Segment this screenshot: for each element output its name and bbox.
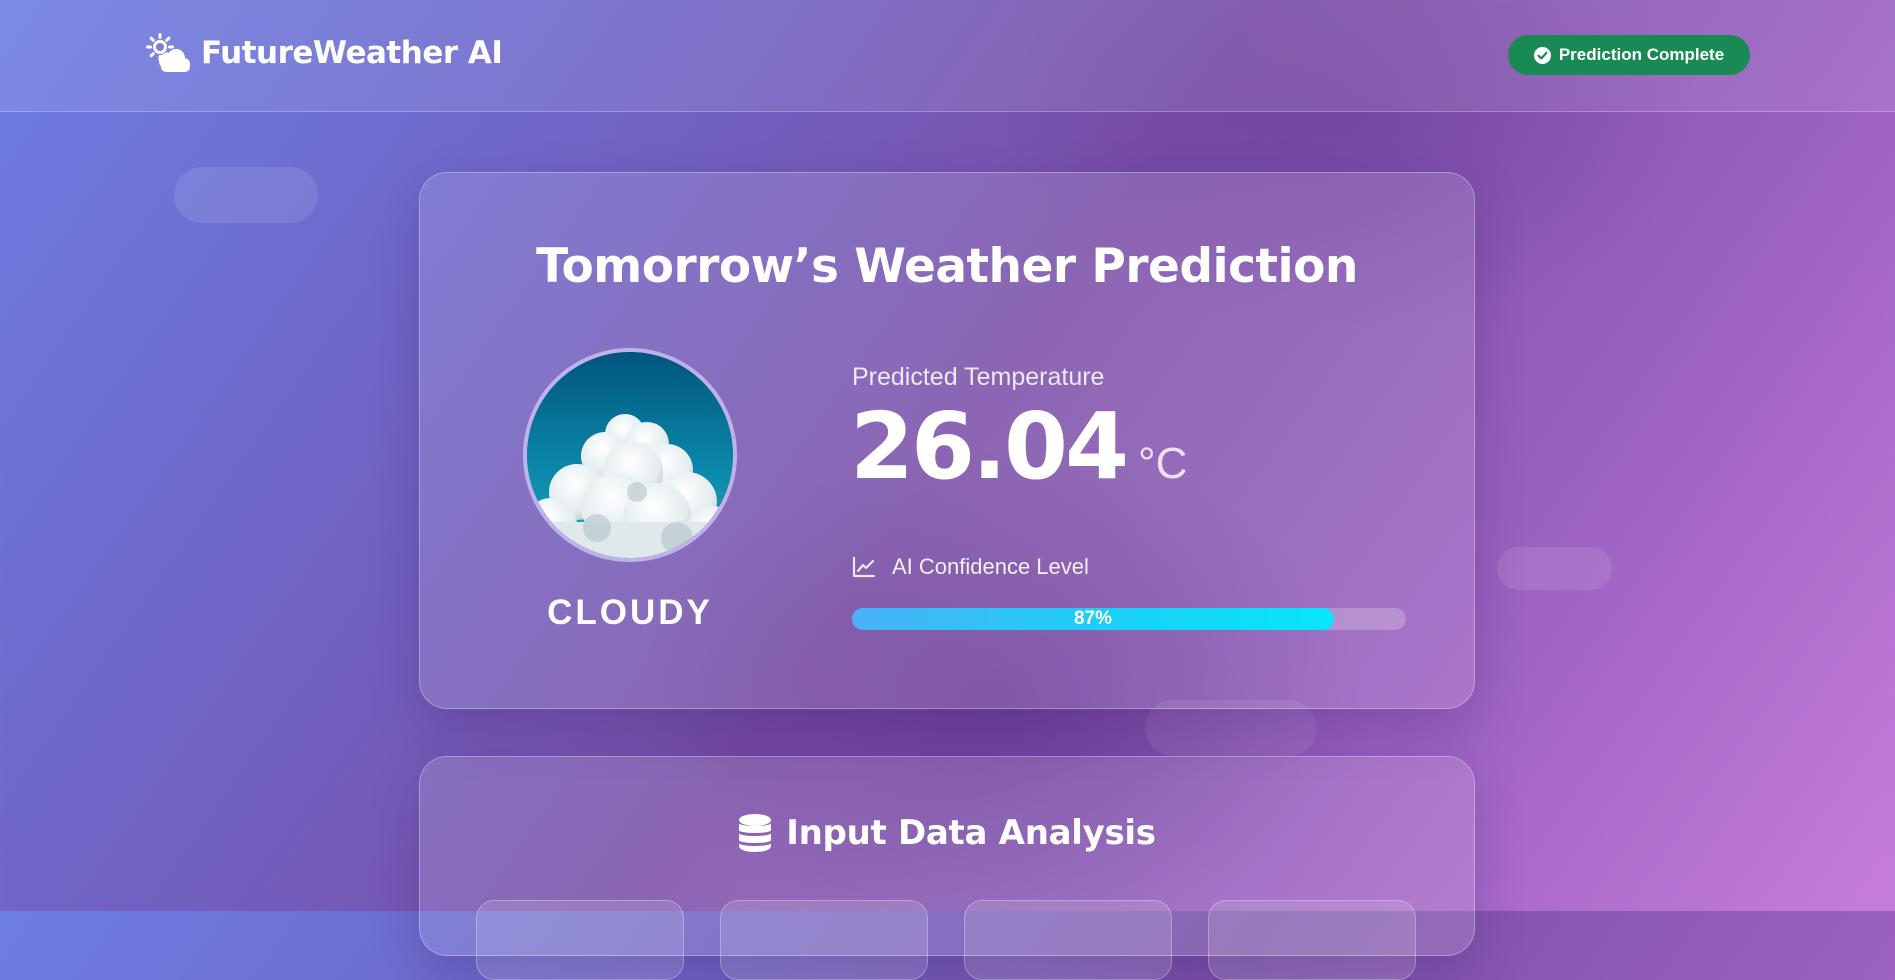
data-tile bbox=[964, 900, 1172, 980]
prediction-card: Tomorrow’s Weather Prediction CLOUDY Pre… bbox=[419, 172, 1475, 709]
analysis-title: Input Data Analysis bbox=[786, 813, 1156, 853]
analysis-heading: Input Data Analysis bbox=[420, 813, 1474, 853]
status-badge: Prediction Complete bbox=[1508, 35, 1750, 75]
input-analysis-card: Input Data Analysis bbox=[419, 756, 1475, 980]
weather-condition-label: CLOUDY bbox=[547, 593, 713, 632]
confidence-progress-bar: 87% bbox=[852, 608, 1406, 630]
confidence-progress-fill: 87% bbox=[852, 608, 1334, 630]
app-name: FutureWeather AI bbox=[201, 35, 503, 71]
sun-cloud-icon bbox=[146, 33, 190, 72]
temperature-label: Predicted Temperature bbox=[852, 363, 1105, 391]
data-tile bbox=[476, 900, 684, 980]
temperature-unit: °C bbox=[1138, 439, 1188, 488]
top-navbar: FutureWeather AI Prediction Complete bbox=[0, 0, 1895, 112]
decorative-cloud bbox=[1497, 547, 1612, 590]
weather-condition-image bbox=[523, 348, 737, 562]
confidence-header: AI Confidence Level bbox=[852, 554, 1089, 580]
temperature-value: 26.04 bbox=[850, 393, 1129, 500]
data-tile bbox=[720, 900, 928, 980]
confidence-label: AI Confidence Level bbox=[892, 554, 1089, 579]
cloudy-sky-photo bbox=[527, 352, 733, 558]
database-icon bbox=[739, 814, 772, 852]
status-badge-label: Prediction Complete bbox=[1558, 45, 1725, 64]
confidence-percent: 87% bbox=[1073, 608, 1112, 629]
page-title: Tomorrow’s Weather Prediction bbox=[536, 239, 1358, 294]
line-chart-icon bbox=[852, 556, 876, 578]
data-tile bbox=[1208, 900, 1416, 980]
temperature-readout: 26.04 °C bbox=[850, 401, 1187, 493]
decorative-cloud bbox=[174, 167, 318, 223]
brand-logo[interactable]: FutureWeather AI bbox=[143, 32, 503, 74]
check-circle-icon bbox=[1533, 46, 1551, 64]
